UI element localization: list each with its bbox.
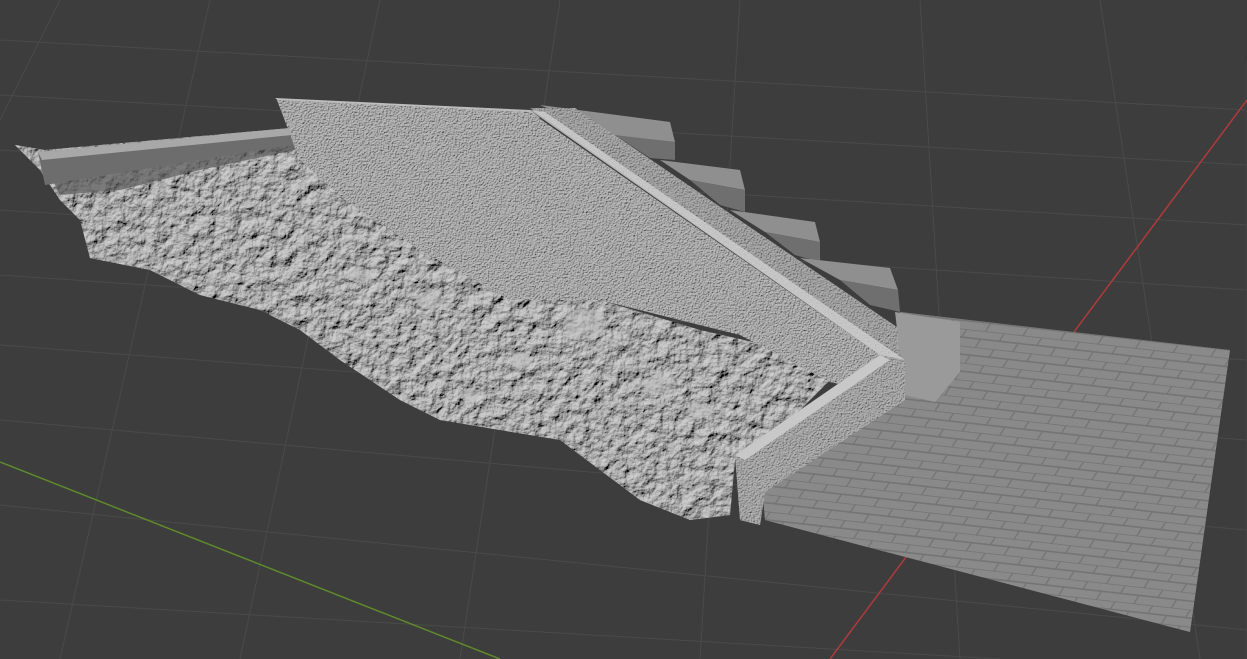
- 3d-viewport[interactable]: [0, 0, 1247, 659]
- y-axis-line: [0, 461, 501, 659]
- viewport-canvas[interactable]: [0, 0, 1247, 659]
